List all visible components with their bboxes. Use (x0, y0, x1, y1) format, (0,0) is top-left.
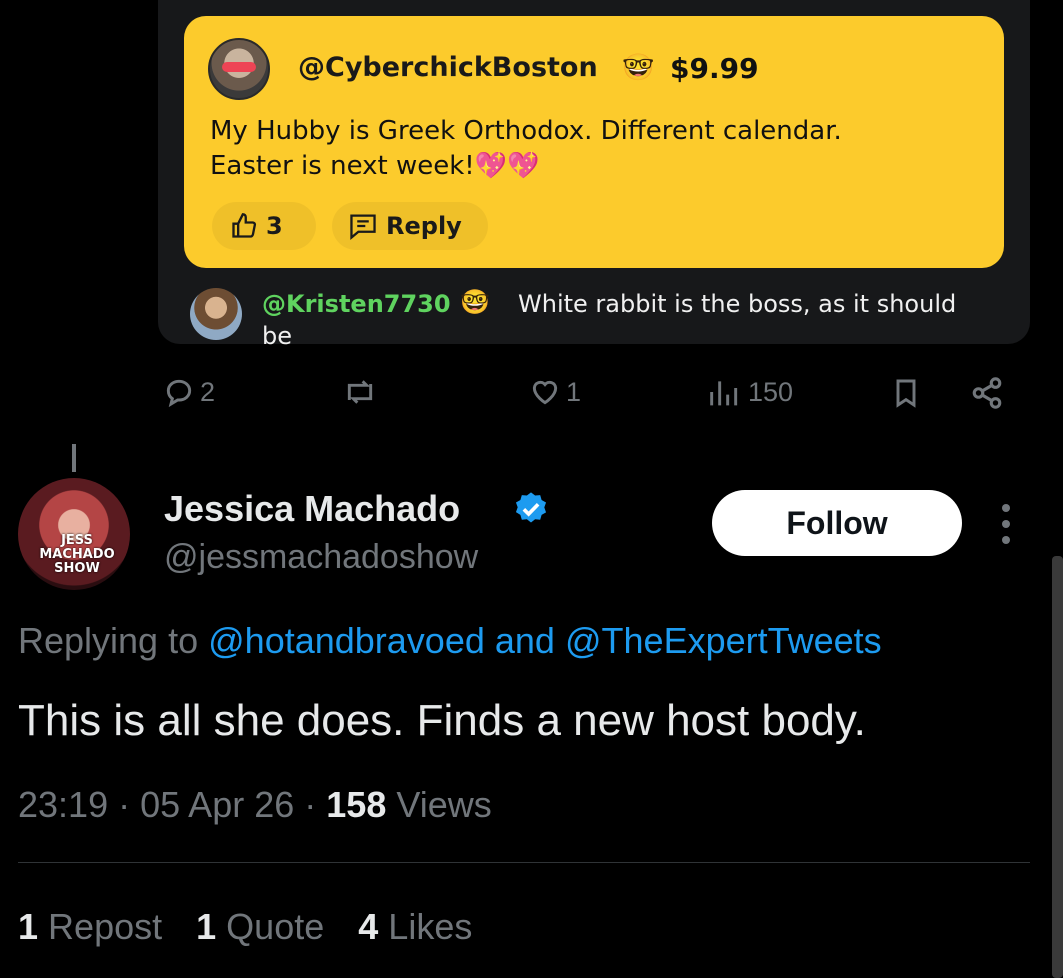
views-count: 150 (748, 376, 794, 407)
superchat-reply-label: Reply (386, 212, 462, 240)
sub-comment-text-line1: White rabbit is the boss, as it should (518, 290, 957, 318)
share-action[interactable] (968, 376, 1006, 410)
sub-comment-avatar (190, 288, 242, 340)
superchat-avatar (208, 38, 270, 100)
reply-count: 2 (200, 376, 216, 407)
analytics-bars-icon (710, 381, 738, 406)
superchat-message-line2: Easter is next week! (210, 151, 475, 181)
replying-to: Replying to @hotandbravoed and @TheExper… (18, 620, 882, 662)
avatar-logo-text: JESS MACHADO SHOW (39, 533, 115, 576)
tweet-text: This is all she does. Finds a new host b… (18, 696, 866, 745)
avatar[interactable]: JESS MACHADO SHOW (18, 478, 130, 590)
tweet-meta: 23:19 · 05 Apr 26 · 158 Views (18, 784, 492, 826)
mention-link-2[interactable]: @TheExpertTweets (565, 620, 882, 661)
replying-and: and (494, 620, 555, 661)
superchat-card: @CyberchickBoston 🤓 $9.99 My Hubby is Gr… (184, 16, 1004, 268)
more-options-icon[interactable] (994, 500, 1018, 548)
heart-emoji: 💖💖 (474, 151, 540, 181)
engagement-stats: 1 Repost 1 Quote 4 Likes (18, 906, 472, 948)
reposts-label: Repost (48, 906, 163, 947)
display-name[interactable]: Jessica Machado (164, 488, 460, 530)
divider (18, 862, 1030, 863)
thumbs-up-icon (232, 213, 257, 238)
reply-action[interactable]: 2 (162, 376, 215, 408)
share-icon (972, 377, 1002, 409)
like-action[interactable]: 1 (528, 376, 581, 408)
superchat-amount: $9.99 (670, 52, 759, 85)
embedded-sub-comment: @Kristen7730 🤓 White rabbit is the boss,… (190, 284, 1020, 350)
reply-icon (166, 379, 192, 408)
user-handle[interactable]: @jessmachadoshow (164, 538, 478, 577)
views-action[interactable]: 150 (706, 376, 793, 408)
quotes-label: Quote (226, 906, 325, 947)
thread-connector-line (72, 444, 76, 472)
scrollbar[interactable] (1052, 556, 1063, 978)
quotes-stat[interactable]: 1 Quote (196, 906, 324, 948)
reply-comment-icon (350, 214, 376, 240)
tweet-views-label: Views (396, 784, 492, 825)
likes-label: Likes (388, 906, 473, 947)
superchat-username: @CyberchickBoston (298, 52, 598, 83)
replying-prefix: Replying to (18, 620, 199, 661)
superchat-like-count: 3 (266, 212, 283, 240)
tweet-date[interactable]: 05 Apr 26 (140, 784, 294, 825)
likes-count: 4 (358, 906, 379, 947)
sub-comment-badge-emoji: 🤓 (460, 289, 490, 316)
mention-link-1[interactable]: @hotandbravoed (208, 620, 485, 661)
like-count: 1 (566, 376, 582, 407)
repost-icon (347, 380, 373, 404)
repost-action[interactable] (340, 376, 380, 408)
verified-badge-icon (515, 492, 547, 523)
sub-comment-text-line2: be (262, 322, 292, 350)
superchat-like-button: 3 (212, 202, 316, 250)
superchat-message-line1: My Hubby is Greek Orthodox. Different ca… (210, 116, 842, 146)
meta-separator: · (118, 784, 131, 825)
follow-button[interactable]: Follow (712, 490, 962, 556)
tweet-views-count: 158 (326, 784, 387, 825)
bookmark-icon (896, 379, 916, 408)
tweet-time[interactable]: 23:19 (18, 784, 108, 825)
superchat-reply-button: Reply (332, 202, 488, 250)
meta-separator: · (304, 784, 317, 825)
superchat-message: My Hubby is Greek Orthodox. Different ca… (210, 114, 970, 184)
bookmark-action[interactable] (890, 376, 922, 410)
likes-stat[interactable]: 4 Likes (358, 906, 472, 948)
quotes-count: 1 (196, 906, 217, 947)
reposts-count: 1 (18, 906, 39, 947)
heart-icon (532, 380, 558, 405)
sub-comment-username: @Kristen7730 (262, 290, 451, 318)
superchat-badge-emoji: 🤓 (622, 52, 655, 82)
reposts-stat[interactable]: 1 Repost (18, 906, 162, 948)
